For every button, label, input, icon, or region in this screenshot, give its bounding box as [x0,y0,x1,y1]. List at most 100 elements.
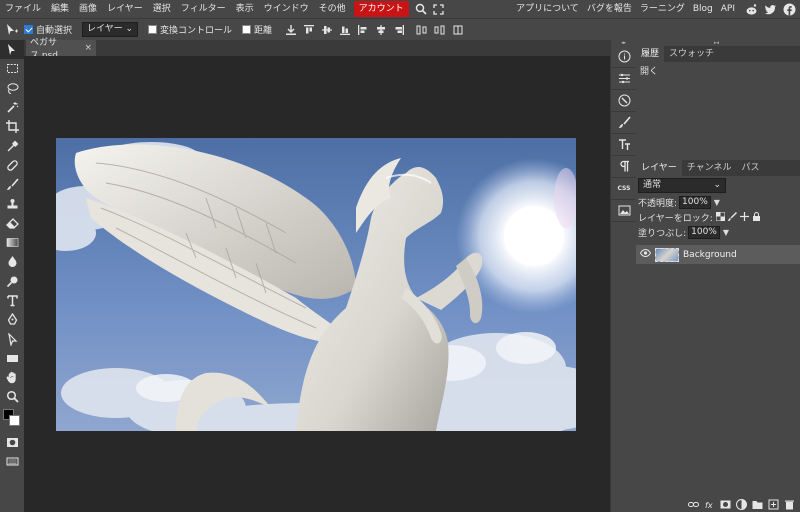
transform-controls-option[interactable]: 変換コントロール [148,23,232,36]
distance-option[interactable]: 距離 [242,23,272,36]
transform-controls-checkbox[interactable] [148,25,158,34]
canvas-workspace[interactable] [24,56,610,512]
quick-mask-button[interactable] [0,433,24,452]
tab-history[interactable]: 履歴 [636,46,665,62]
collapse-arrows-icon[interactable]: ▸◂ [714,40,719,46]
background-color-swatch[interactable] [9,414,20,426]
blur-tool[interactable] [0,252,24,271]
align-right-icon[interactable] [391,22,407,38]
layer-row[interactable]: Background [636,245,800,264]
screen-mode-button[interactable] [0,452,24,471]
twitter-icon[interactable] [763,2,777,16]
gradient-tool[interactable] [0,233,24,252]
eraser-tool[interactable] [0,214,24,233]
menu-layer[interactable]: レイヤー [102,0,148,18]
distribute-left-icon[interactable] [414,22,430,38]
menu-image[interactable]: 画像 [74,0,102,18]
document-canvas[interactable] [56,138,576,431]
effects-icon[interactable]: fx [703,498,716,511]
dodge-icon [6,276,17,287]
new-layer-icon[interactable] [767,498,780,511]
facebook-icon[interactable] [782,2,796,16]
lock-transparency-icon[interactable] [715,211,726,224]
zoom-tool[interactable] [0,387,24,406]
tab-channels[interactable]: チャンネル [682,160,737,176]
align-vcenter-icon[interactable] [319,22,335,38]
lock-all-icon[interactable] [752,211,761,224]
align-top-icon[interactable] [301,22,317,38]
menu-learning[interactable]: ラーニング [636,0,689,18]
fullscreen-icon[interactable] [430,0,448,18]
history-item[interactable]: 開く [640,64,796,77]
align-left-icon[interactable] [355,22,371,38]
tab-swatches[interactable]: スウォッチ [664,46,719,62]
adjustment-layer-icon[interactable] [735,498,748,511]
lock-position-icon[interactable] [739,211,749,224]
align-hcenter-icon[interactable] [373,22,389,38]
path-select-tool[interactable] [0,329,24,348]
tab-paths[interactable]: パス [736,160,764,176]
eyedropper-tool[interactable] [0,136,24,155]
adjustments-icon[interactable] [611,68,637,90]
menu-filter[interactable]: フィルター [176,0,231,18]
search-icon[interactable] [412,0,430,18]
menu-blog[interactable]: Blog [689,0,717,18]
type-tool[interactable] [0,291,24,310]
character-icon[interactable] [611,134,637,156]
new-group-icon[interactable] [751,498,764,511]
document-tab[interactable]: ペガサス.psd × [26,38,96,61]
pen-tool[interactable] [0,310,24,329]
menu-api[interactable]: API [717,0,739,18]
crop-tool[interactable] [0,117,24,136]
menu-select[interactable]: 選択 [148,0,176,18]
brush-tool[interactable] [0,175,24,194]
rectangle-tool[interactable] [0,349,24,368]
current-tool-move-icon[interactable] [0,19,24,41]
layers-panel-tabs: レイヤー チャンネル パス [636,160,800,176]
auto-select-checkbox[interactable] [24,25,33,34]
distribute-right-icon[interactable] [450,22,466,38]
lock-pixels-icon[interactable] [727,211,737,224]
css-icon[interactable]: CSS [611,178,637,200]
menu-window[interactable]: ウインドウ [259,0,314,18]
move-tool[interactable] [0,40,24,60]
clone-stamp-tool[interactable] [0,194,24,213]
eye-icon[interactable] [639,248,652,260]
tab-layers[interactable]: レイヤー [636,160,682,176]
healing-tool[interactable] [0,156,24,175]
menu-edit[interactable]: 編集 [46,0,74,18]
menu-file[interactable]: ファイル [0,0,46,18]
menu-view[interactable]: 表示 [231,0,259,18]
opacity-input[interactable]: 100% [679,196,711,209]
blend-mode-dropdown[interactable]: 通常 ⌄ [638,178,726,193]
opacity-dropdown-icon[interactable]: ▼ [714,198,720,207]
fill-input[interactable]: 100% [688,226,720,239]
brush-settings-icon[interactable] [611,90,637,112]
magic-wand-tool[interactable] [0,98,24,117]
distance-checkbox[interactable] [242,25,252,34]
marquee-tool[interactable] [0,59,24,78]
menu-about[interactable]: アプリについて [512,0,583,18]
mask-icon[interactable] [719,498,732,511]
account-button[interactable]: アカウント [353,1,409,17]
image-icon[interactable] [611,200,637,222]
distance-label: 距離 [254,26,273,36]
paragraph-icon[interactable] [611,156,637,178]
menu-report-bug[interactable]: バグを報告 [583,0,636,18]
link-icon[interactable] [687,498,700,511]
close-icon[interactable]: × [84,43,92,53]
menu-more[interactable]: その他 [314,0,351,18]
download-icon[interactable] [283,22,299,38]
reddit-icon[interactable] [744,2,758,16]
layer-name[interactable]: Background [683,250,737,260]
align-bottom-icon[interactable] [337,22,353,38]
fill-dropdown-icon[interactable]: ▼ [723,228,729,237]
hand-tool[interactable] [0,368,24,387]
lasso-tool[interactable] [0,79,24,98]
delete-layer-icon[interactable] [783,498,796,511]
info-icon[interactable] [611,46,637,68]
auto-select-target-dropdown[interactable]: レイヤー ⌄ [82,22,139,37]
dodge-tool[interactable] [0,272,24,291]
brush-icon[interactable] [611,112,637,134]
distribute-center-icon[interactable] [432,22,448,38]
